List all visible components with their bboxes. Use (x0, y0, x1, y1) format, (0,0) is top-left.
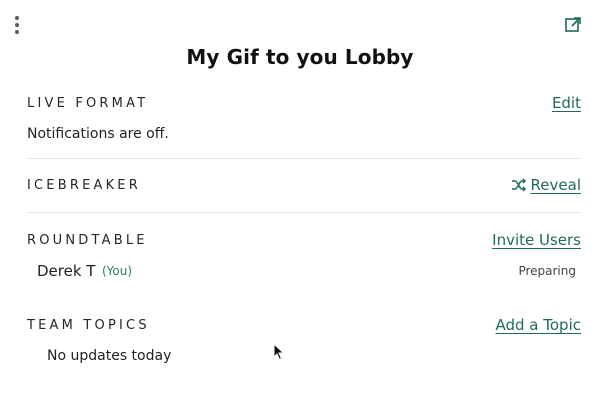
roundtable-label: ROUNDTABLE (27, 233, 148, 248)
member-status: Preparing (518, 264, 576, 278)
add-topic-link[interactable]: Add a Topic (496, 316, 582, 334)
reveal-link[interactable]: Reveal (511, 176, 581, 194)
mouse-cursor-icon (273, 342, 285, 361)
menu-dot (15, 16, 19, 20)
external-link-svg (565, 17, 581, 32)
menu-dot (15, 30, 19, 34)
shuffle-icon (511, 178, 527, 192)
kebab-menu-icon[interactable] (10, 14, 24, 36)
invite-users-link[interactable]: Invite Users (492, 231, 581, 249)
icebreaker-label: ICEBREAKER (27, 178, 141, 193)
team-topics-header: TEAM TOPICS Add a Topic (27, 316, 581, 340)
section-divider (27, 158, 581, 159)
you-tag: (You) (102, 264, 133, 278)
top-bar: My Gif to you Lobby (0, 0, 600, 69)
roundtable-header: ROUNDTABLE Invite Users (27, 231, 581, 255)
external-link-icon[interactable] (564, 16, 582, 34)
icebreaker-section: ICEBREAKER Reveal (27, 176, 581, 200)
no-updates-text: No updates today (47, 348, 172, 364)
member-name: Derek T (37, 262, 96, 280)
live-format-section: LIVE FORMAT Edit Notifications are off. (27, 94, 581, 142)
icebreaker-header: ICEBREAKER Reveal (27, 176, 581, 200)
shuffle-svg (511, 178, 526, 192)
cursor-svg (273, 342, 285, 361)
edit-link[interactable]: Edit (552, 94, 581, 112)
lobby-panel: My Gif to you Lobby LIVE FORMAT Edit Not… (0, 0, 600, 400)
roundtable-section: ROUNDTABLE Invite Users Derek T (You) Pr… (27, 231, 581, 283)
team-topics-label: TEAM TOPICS (27, 318, 150, 333)
menu-dot (15, 23, 19, 27)
live-format-header: LIVE FORMAT Edit (27, 94, 581, 118)
member-row: Derek T (You) Preparing (27, 259, 581, 283)
page-title: My Gif to you Lobby (186, 45, 414, 69)
live-format-label: LIVE FORMAT (27, 96, 149, 111)
section-divider (27, 212, 581, 213)
team-topics-section: TEAM TOPICS Add a Topic No updates today (27, 316, 581, 364)
notifications-status-text: Notifications are off. (27, 126, 169, 142)
reveal-label: Reveal (530, 176, 581, 194)
